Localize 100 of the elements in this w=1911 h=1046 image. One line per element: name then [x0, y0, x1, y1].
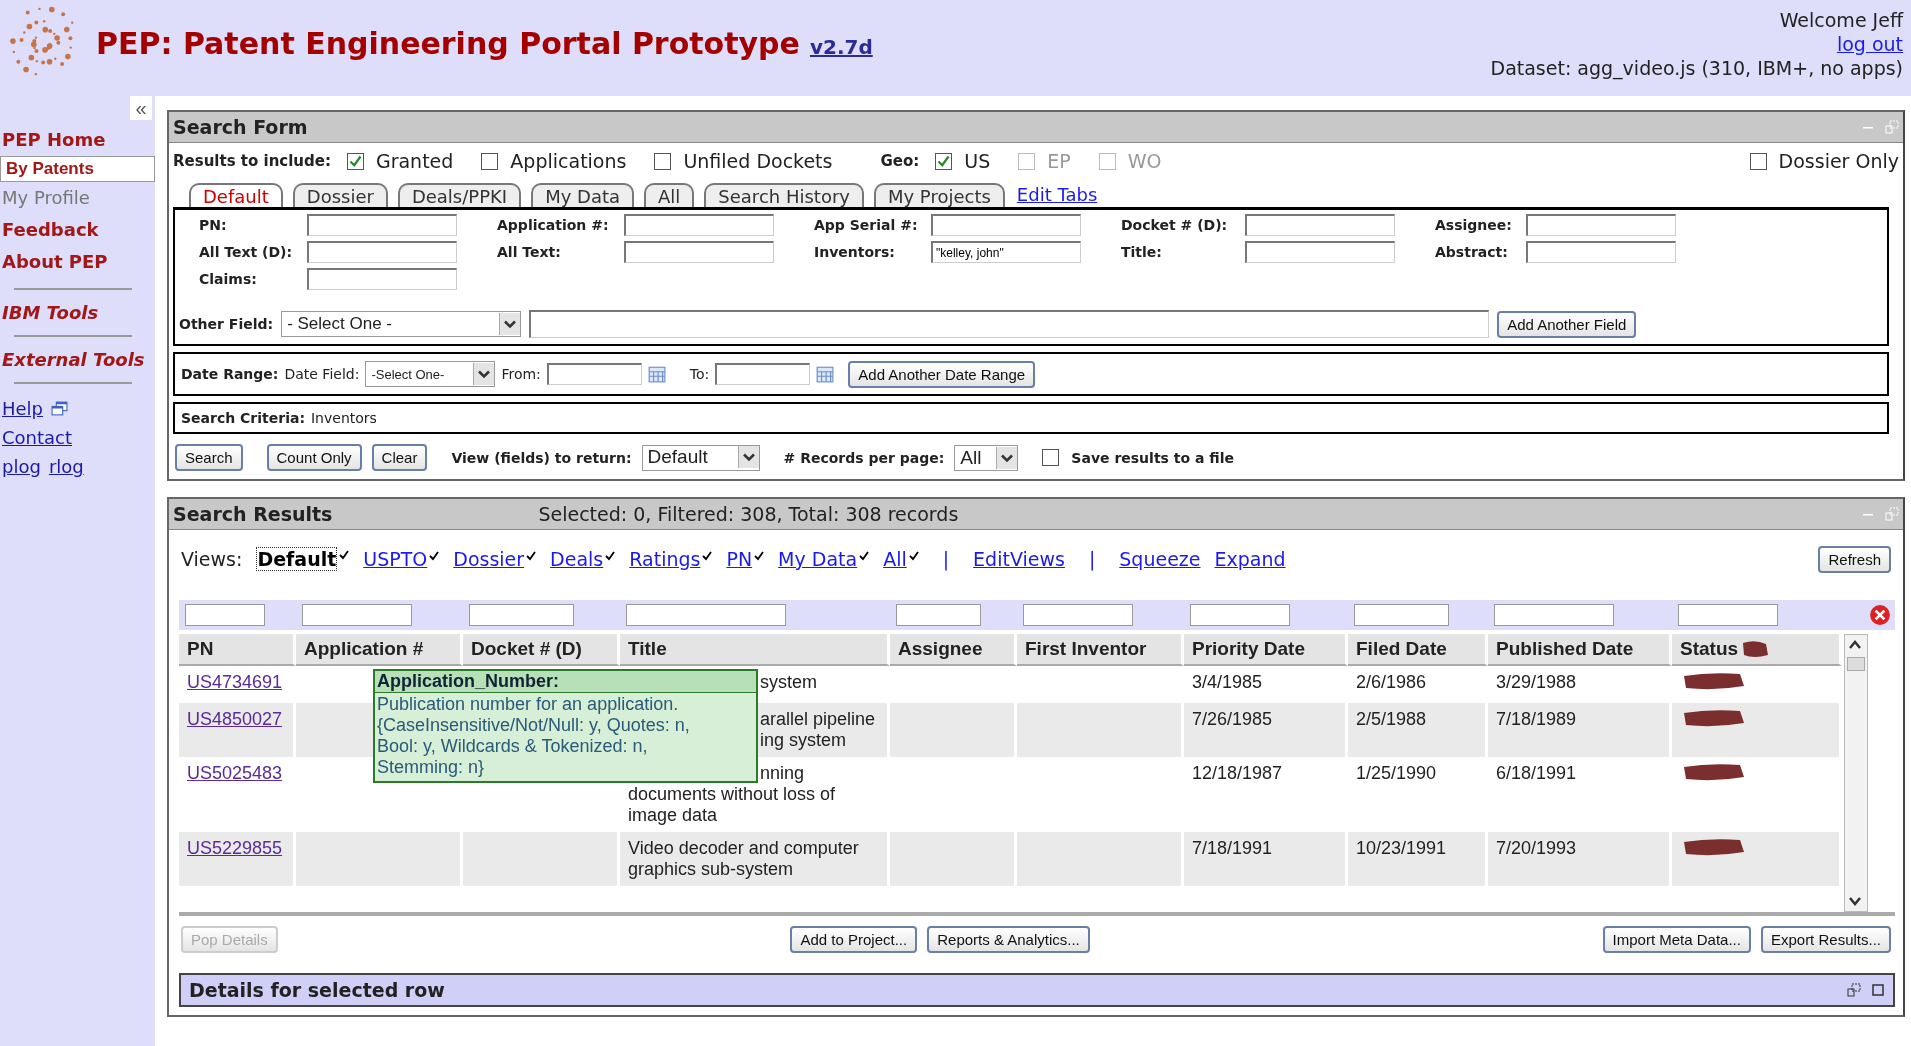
checkbox[interactable]: [935, 152, 953, 170]
sidebar-link[interactable]: Contact: [2, 427, 73, 448]
sidebar-item[interactable]: By Patents: [0, 156, 155, 182]
filter-field[interactable]: [1494, 604, 1614, 626]
calendar-icon[interactable]: [647, 365, 666, 383]
patent-link[interactable]: US5025483: [187, 763, 283, 783]
input-field[interactable]: [1245, 214, 1395, 236]
action-button[interactable]: Clear: [371, 444, 428, 471]
action-button[interactable]: Import Meta Data...: [1602, 926, 1751, 953]
date-field[interactable]: [715, 363, 811, 385]
view-link[interactable]: Dossier: [453, 548, 525, 570]
input-field[interactable]: [307, 268, 457, 290]
column-header[interactable]: Title: [620, 634, 890, 666]
column-header[interactable]: Docket # (D): [463, 634, 620, 666]
column-header[interactable]: PN: [179, 634, 296, 666]
view-link[interactable]: USPTO: [363, 548, 428, 570]
input-field[interactable]: [307, 214, 457, 236]
sidebar-link[interactable]: rlog: [48, 456, 84, 477]
filter-field[interactable]: [1678, 604, 1778, 626]
logout-link[interactable]: log out: [1836, 32, 1903, 56]
checkbox[interactable]: [481, 152, 499, 170]
clear-filter-icon[interactable]: [1869, 604, 1891, 626]
dropdown[interactable]: - Select One -: [281, 311, 522, 337]
input-field[interactable]: [1245, 241, 1395, 263]
input-field[interactable]: [529, 310, 1490, 338]
filter-field[interactable]: [185, 604, 265, 626]
separator: |: [1088, 548, 1096, 570]
title-text-line: arallel pipeline: [760, 709, 876, 730]
view-link[interactable]: Ratings: [629, 548, 701, 570]
view-action-link[interactable]: Squeeze: [1119, 548, 1201, 570]
tab[interactable]: All: [644, 183, 695, 207]
checkbox[interactable]: [654, 152, 672, 170]
sidebar-link[interactable]: plog: [2, 456, 41, 477]
collapse-button[interactable]: «: [130, 96, 152, 120]
sidebar-section[interactable]: IBM Tools: [0, 300, 155, 325]
filter-field[interactable]: [896, 604, 981, 626]
tab[interactable]: Search History: [704, 183, 864, 207]
input-field[interactable]: [307, 241, 457, 263]
input-field[interactable]: "kelley, john": [931, 241, 1081, 263]
filter-field[interactable]: [626, 604, 786, 626]
view-action-link[interactable]: EditViews: [973, 548, 1065, 570]
action-button[interactable]: Add to Project...: [790, 926, 918, 953]
sidebar-item[interactable]: Feedback: [0, 214, 155, 246]
restore-icon[interactable]: [1847, 983, 1861, 997]
action-button[interactable]: Export Results...: [1760, 926, 1891, 953]
sidebar-link[interactable]: Help: [2, 398, 44, 419]
filter-field[interactable]: [1354, 604, 1449, 626]
tab[interactable]: Dossier: [292, 183, 388, 207]
tab[interactable]: Default: [189, 183, 283, 207]
dropdown[interactable]: All: [954, 444, 1019, 471]
maximize-icon[interactable]: [1871, 983, 1885, 997]
column-header[interactable]: Application #: [296, 634, 463, 666]
checkbox[interactable]: [1749, 152, 1767, 170]
version-link[interactable]: v2.7d: [809, 35, 873, 59]
add-date-range-button[interactable]: Add Another Date Range: [848, 360, 1036, 388]
column-header[interactable]: First Inventor: [1017, 634, 1184, 666]
action-button[interactable]: Search: [175, 444, 243, 471]
column-header[interactable]: Filed Date: [1348, 634, 1488, 666]
input-field[interactable]: [624, 241, 774, 263]
view-link[interactable]: Default: [256, 547, 338, 571]
input-field[interactable]: [1526, 214, 1676, 236]
scrollbar[interactable]: [1844, 634, 1868, 912]
action-button[interactable]: Count Only: [266, 444, 362, 471]
sidebar-item[interactable]: PEP Home: [0, 124, 155, 156]
tab[interactable]: My Data: [531, 183, 634, 207]
checkbox[interactable]: [346, 152, 364, 170]
column-header[interactable]: Priority Date: [1184, 634, 1348, 666]
patent-link[interactable]: US5229855: [187, 838, 283, 858]
filter-field[interactable]: [1190, 604, 1290, 626]
patent-link[interactable]: US4734691: [187, 672, 283, 692]
view-action-link[interactable]: Expand: [1214, 548, 1286, 570]
checkbox[interactable]: [1042, 449, 1060, 466]
view-link[interactable]: My Data: [778, 548, 858, 570]
sidebar-section[interactable]: External Tools: [0, 347, 155, 372]
input-field[interactable]: [624, 214, 774, 236]
view-link[interactable]: Deals: [550, 548, 604, 570]
add-field-button[interactable]: Add Another Field: [1497, 310, 1637, 338]
patent-link[interactable]: US4850027: [187, 709, 283, 729]
date-field[interactable]: [546, 363, 642, 385]
view-link[interactable]: All: [883, 548, 907, 570]
dropdown[interactable]: Default: [641, 444, 760, 471]
view-link[interactable]: PN: [726, 548, 753, 570]
filter-field[interactable]: [469, 604, 574, 626]
column-header[interactable]: Status: [1672, 634, 1842, 666]
action-button[interactable]: Reports & Analytics...: [927, 926, 1090, 953]
checkbox-label: Dossier Only: [1778, 150, 1899, 172]
column-header[interactable]: Assignee: [890, 634, 1017, 666]
filter-field[interactable]: [1023, 604, 1133, 626]
refresh-button[interactable]: Refresh: [1818, 545, 1891, 573]
calendar-icon[interactable]: [816, 365, 835, 383]
input-field[interactable]: [931, 214, 1081, 236]
input-field[interactable]: [1526, 241, 1676, 263]
edit-tabs-link[interactable]: Edit Tabs: [1016, 184, 1098, 205]
tab[interactable]: My Projects: [873, 183, 1005, 207]
tab[interactable]: Deals/PPKI: [397, 183, 522, 207]
dropdown[interactable]: -Select One-: [365, 361, 496, 387]
column-header[interactable]: Published Date: [1488, 634, 1672, 666]
scrollbar-thumb[interactable]: [1847, 657, 1865, 671]
sidebar-item[interactable]: About PEP: [0, 246, 155, 278]
filter-field[interactable]: [302, 604, 412, 626]
